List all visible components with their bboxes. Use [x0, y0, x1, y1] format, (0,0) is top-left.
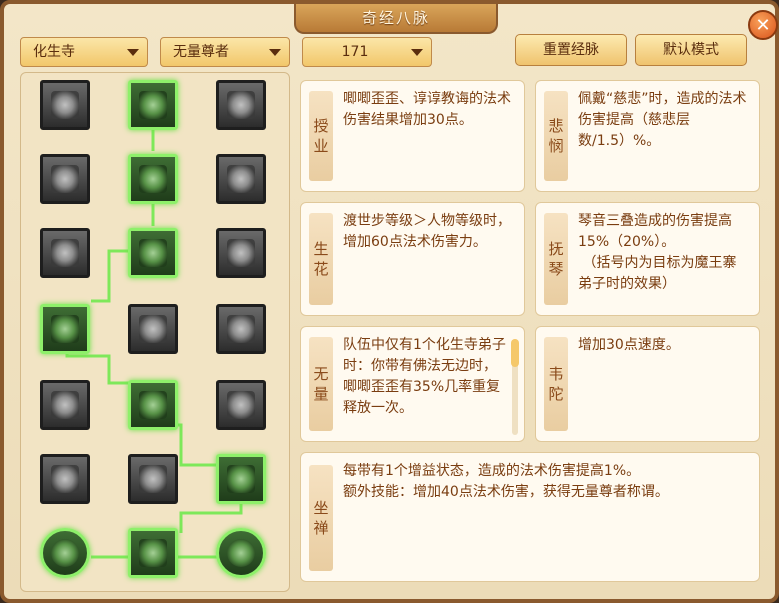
card-text: 佩戴“慈悲”时，造成的法术伤害提高（慈悲层数/1.5）%。 — [578, 91, 747, 149]
card-beimin: 悲 悯 佩戴“慈悲”时，造成的法术伤害提高（慈悲层数/1.5）%。 — [535, 80, 760, 192]
node-6-2-icon[interactable] — [128, 454, 178, 504]
skill-glyph-icon — [227, 165, 255, 193]
node-7-1-icon[interactable] — [40, 528, 90, 578]
skill-glyph-icon — [139, 91, 167, 119]
card-zuochan: 坐 禅 每带有1个增益状态，造成的法术伤害提高1%。 额外技能：增加40点法术伤… — [300, 452, 760, 582]
reset-meridians-button[interactable]: 重置经脉 — [515, 34, 627, 66]
node-4-1-icon[interactable] — [40, 304, 90, 354]
skill-glyph-icon — [227, 315, 255, 343]
node-1-3-icon[interactable] — [216, 80, 266, 130]
card-text: 琴音三叠造成的伤害提高15%（20%）。 （括号内为目标为魔王寨弟子时的效果） — [578, 213, 737, 292]
skill-glyph-icon — [227, 91, 255, 119]
points-select[interactable]: 171 — [302, 37, 432, 67]
scrollbar[interactable] — [511, 339, 519, 435]
card-wuliang: 无 量 队伍中仅有1个化生寺弟子时：你带有佛法无边时，唧唧歪歪有35%几率重复释… — [300, 326, 525, 442]
node-3-1-icon[interactable] — [40, 228, 90, 278]
node-3-3-icon[interactable] — [216, 228, 266, 278]
node-3-2-icon[interactable] — [128, 228, 178, 278]
node-6-3-icon[interactable] — [216, 454, 266, 504]
node-4-3-icon[interactable] — [216, 304, 266, 354]
skill-glyph-icon — [139, 239, 167, 267]
node-1-2-icon[interactable] — [128, 80, 178, 130]
card-title: 无 量 — [309, 337, 333, 431]
skill-glyph-icon — [227, 239, 255, 267]
skill-glyph-icon — [139, 315, 167, 343]
card-title: 韦 陀 — [544, 337, 568, 431]
node-7-3-icon[interactable] — [216, 528, 266, 578]
window-title: 奇经八脉 — [294, 4, 498, 34]
card-text: 队伍中仅有1个化生寺弟子时：你带有佛法无边时，唧唧歪歪有35%几率重复释放一次。 — [343, 337, 506, 416]
skill-glyph-icon — [51, 239, 79, 267]
card-fuqin: 抚 琴 琴音三叠造成的伤害提高15%（20%）。 （括号内为目标为魔王寨弟子时的… — [535, 202, 760, 316]
card-shenghua: 生 花 渡世步等级＞人物等级时，增加60点法术伤害力。 — [300, 202, 525, 316]
school-select-value: 化生寺 — [33, 44, 75, 60]
skill-glyph-icon — [51, 91, 79, 119]
card-text: 渡世步等级＞人物等级时，增加60点法术伤害力。 — [343, 213, 511, 250]
node-2-3-icon[interactable] — [216, 154, 266, 204]
card-text: 每带有1个增益状态，造成的法术伤害提高1%。 额外技能：增加40点法术伤害，获得… — [343, 463, 669, 500]
scrollbar-thumb[interactable] — [511, 339, 519, 367]
node-1-1-icon[interactable] — [40, 80, 90, 130]
node-2-2-icon[interactable] — [128, 154, 178, 204]
card-weituo: 韦 陀 增加30点速度。 — [535, 326, 760, 442]
chevron-down-icon — [411, 49, 423, 56]
skill-glyph-icon — [139, 391, 167, 419]
chevron-down-icon — [127, 49, 139, 56]
card-shouye: 授 业 唧唧歪歪、谆谆教诲的法术伤害结果增加30点。 — [300, 80, 525, 192]
skill-glyph-icon — [51, 165, 79, 193]
meridian-window: 奇经八脉 ✕ 化生寺 无量尊者 171 重置经脉 默认模式 授 业 唧唧歪歪、谆… — [0, 0, 779, 603]
mode-select-value: 无量尊者 — [173, 44, 229, 60]
card-title: 悲 悯 — [544, 91, 568, 181]
points-select-value: 171 — [341, 44, 369, 60]
card-title: 授 业 — [309, 91, 333, 181]
card-title: 生 花 — [309, 213, 333, 305]
skill-glyph-icon — [227, 539, 255, 567]
close-icon[interactable]: ✕ — [748, 10, 778, 40]
skill-glyph-icon — [227, 465, 255, 493]
node-5-1-icon[interactable] — [40, 380, 90, 430]
card-title: 抚 琴 — [544, 213, 568, 305]
node-5-2-icon[interactable] — [128, 380, 178, 430]
node-5-3-icon[interactable] — [216, 380, 266, 430]
skill-glyph-icon — [227, 391, 255, 419]
chevron-down-icon — [269, 49, 281, 56]
school-select[interactable]: 化生寺 — [20, 37, 148, 67]
card-text: 唧唧歪歪、谆谆教诲的法术伤害结果增加30点。 — [343, 91, 511, 128]
skill-glyph-icon — [139, 465, 167, 493]
node-4-2-icon[interactable] — [128, 304, 178, 354]
skill-glyph-icon — [51, 315, 79, 343]
node-7-2-icon[interactable] — [128, 528, 178, 578]
skill-glyph-icon — [51, 391, 79, 419]
card-title: 坐 禅 — [309, 465, 333, 571]
card-text: 增加30点速度。 — [578, 337, 680, 353]
node-6-1-icon[interactable] — [40, 454, 90, 504]
skill-glyph-icon — [139, 539, 167, 567]
skill-glyph-icon — [51, 539, 79, 567]
skill-glyph-icon — [139, 165, 167, 193]
node-2-1-icon[interactable] — [40, 154, 90, 204]
default-mode-button[interactable]: 默认模式 — [635, 34, 747, 66]
skill-glyph-icon — [51, 465, 79, 493]
mode-select[interactable]: 无量尊者 — [160, 37, 290, 67]
